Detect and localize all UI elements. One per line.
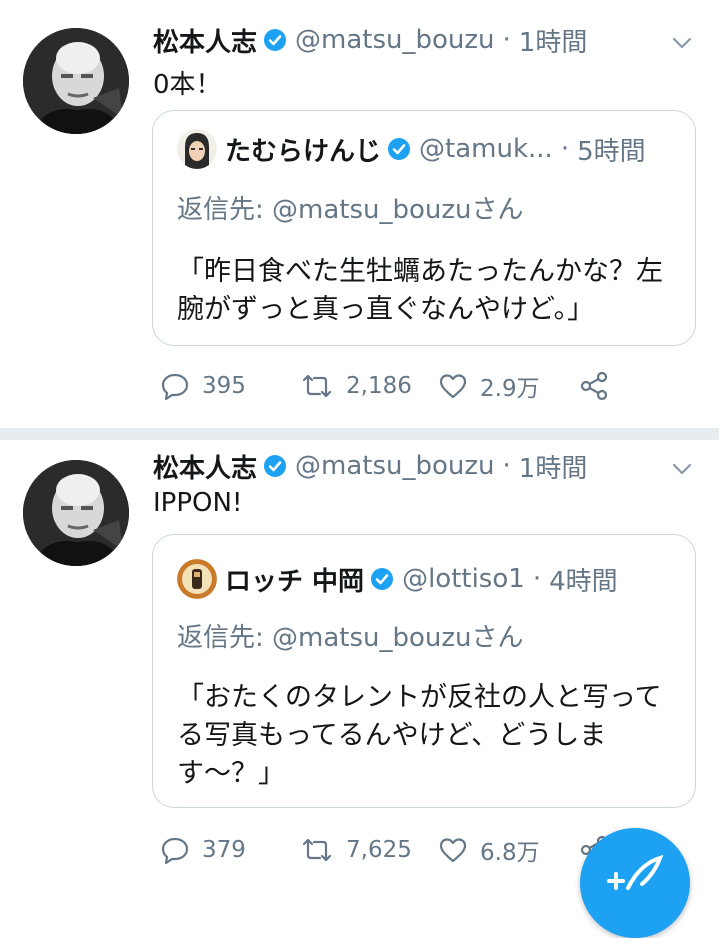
quoted-tweet-header: ロッチ 中岡 @lottiso1 · 4時間 (177, 557, 618, 601)
separator: · (560, 134, 570, 164)
heart-icon (439, 374, 467, 399)
heart-icon (439, 838, 467, 863)
reply-icon (161, 373, 189, 401)
separator: · (502, 451, 511, 481)
tweet-1[interactable]: 松本人志 @matsu_bouzu · 1時間 0本！ たむらけんじ @tamu… (0, 0, 719, 428)
quoted-tweet[interactable]: たむらけんじ @tamuk... · 5時間 返信先: @matsu_bouzu… (152, 110, 696, 346)
quoted-tweet-time[interactable]: 4時間 (549, 561, 618, 598)
reply-to-prefix: 返信先: (177, 623, 273, 653)
quoted-author-name[interactable]: たむらけんじ (225, 131, 381, 168)
reply-count: 379 (202, 837, 246, 863)
retweet-button[interactable]: 2,186 (300, 366, 412, 406)
reply-button[interactable]: 379 (160, 830, 246, 870)
share-icon (580, 371, 608, 401)
retweet-icon (302, 374, 332, 398)
reply-to-line: 返信先: @matsu_bouzuさん (177, 617, 524, 654)
verified-badge-icon (371, 568, 394, 590)
tweet-text: 0本！ (153, 70, 222, 100)
tweet-header: 松本人志 @matsu_bouzu · 1時間 (153, 20, 587, 60)
quoted-tweet-text: 「おたくのタレントが反社の人と写ってる写真もってるんやけど、どうしま す〜？」 (177, 682, 662, 789)
author-avatar[interactable] (23, 460, 129, 566)
author-handle[interactable]: @matsu_bouzu (295, 25, 495, 55)
like-button[interactable]: 2.9万 (438, 366, 540, 406)
quoted-tweet-text: 「昨日食べた生牡蠣あたったんかな？左腕がずっと真っ直ぐなんやけど。」 (177, 256, 663, 325)
verified-badge-icon (388, 138, 411, 160)
like-count: 2.9万 (480, 376, 540, 402)
tweet-text: IPPON! (153, 488, 243, 518)
chevron-down-icon[interactable] (667, 454, 697, 484)
reply-to-line: 返信先: @matsu_bouzuさん (177, 189, 524, 226)
retweet-count: 2,186 (346, 373, 412, 399)
compose-tweet-icon (607, 854, 664, 890)
tweet-time[interactable]: 1時間 (519, 22, 588, 59)
tweet-actions: 395 2,186 2.9万 (150, 366, 690, 406)
retweet-count: 7,625 (346, 837, 412, 863)
chevron-down-icon[interactable] (667, 28, 697, 58)
retweet-button[interactable]: 7,625 (300, 830, 412, 870)
share-button[interactable] (578, 366, 622, 406)
author-avatar[interactable] (23, 28, 129, 134)
tweet-2[interactable]: 松本人志 @matsu_bouzu · 1時間 IPPON! ロッチ 中岡 @l… (0, 440, 719, 890)
quoted-tweet[interactable]: ロッチ 中岡 @lottiso1 · 4時間 返信先: @matsu_bouzu… (152, 534, 696, 808)
tweet-time[interactable]: 1時間 (519, 448, 588, 485)
reply-to-handle[interactable]: @matsu_bouzuさん (272, 623, 524, 653)
reply-button[interactable]: 395 (160, 366, 246, 406)
quoted-tweet-time[interactable]: 5時間 (577, 131, 646, 168)
like-count: 6.8万 (480, 840, 540, 866)
like-button[interactable]: 6.8万 (438, 830, 540, 870)
author-handle[interactable]: @matsu_bouzu (295, 451, 495, 481)
reply-to-prefix: 返信先: (177, 195, 273, 225)
author-name[interactable]: 松本人志 (153, 448, 257, 485)
tweet-divider (0, 428, 719, 440)
reply-count: 395 (202, 373, 246, 399)
quoted-author-handle[interactable]: @lottiso1 (402, 564, 525, 594)
quoted-tweet-header: たむらけんじ @tamuk... · 5時間 (177, 127, 646, 171)
quoted-author-name[interactable]: ロッチ 中岡 (225, 561, 364, 598)
separator: · (532, 564, 542, 594)
verified-badge-icon (264, 455, 287, 477)
quoted-author-handle[interactable]: @tamuk... (419, 134, 553, 164)
compose-tweet-button[interactable] (580, 828, 690, 938)
quoted-author-avatar (177, 559, 217, 599)
tweet-header: 松本人志 @matsu_bouzu · 1時間 (153, 446, 587, 486)
separator: · (502, 25, 511, 55)
verified-badge-icon (264, 29, 287, 51)
reply-icon (161, 837, 189, 865)
reply-to-handle[interactable]: @matsu_bouzuさん (272, 195, 524, 225)
retweet-icon (302, 838, 332, 862)
quoted-author-avatar (177, 129, 217, 169)
author-name[interactable]: 松本人志 (153, 22, 257, 59)
